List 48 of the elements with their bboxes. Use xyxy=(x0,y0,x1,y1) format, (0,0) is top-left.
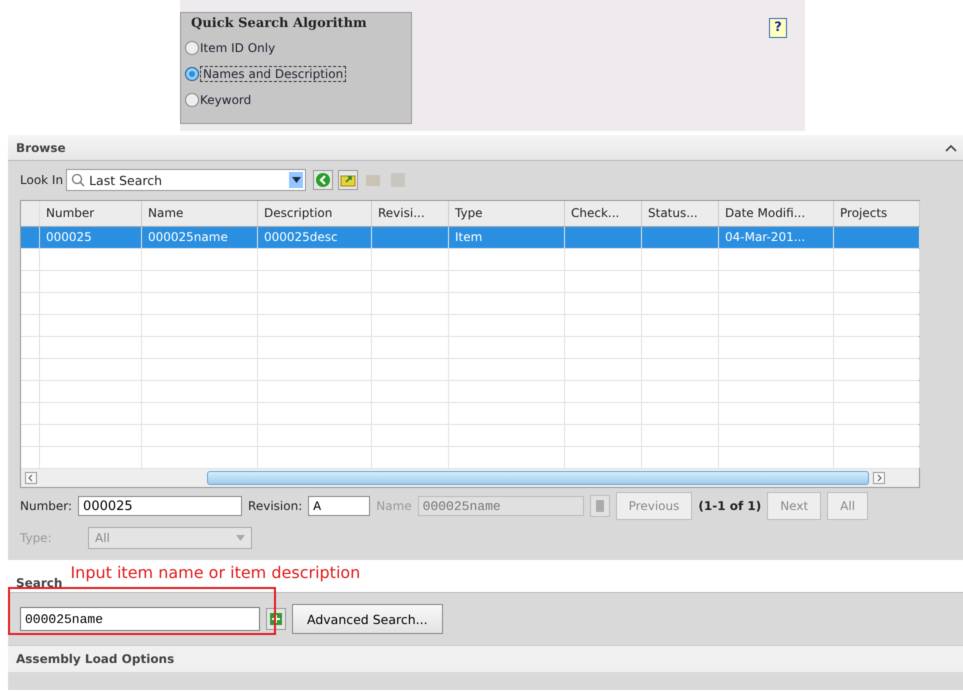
column-header[interactable]: Number xyxy=(40,201,142,226)
look-in-label: Look In xyxy=(20,173,64,187)
text-field[interactable]: A xyxy=(308,496,370,516)
scroll-right-icon[interactable] xyxy=(873,472,885,484)
look-in-dropdown[interactable]: Last Search xyxy=(66,169,306,191)
table-cell: 04-Mar-201... xyxy=(725,230,806,244)
column-header[interactable]: Type xyxy=(449,201,565,226)
field-label: Revision: xyxy=(248,499,302,513)
table-cell: 000025name xyxy=(148,230,228,244)
column-header[interactable]: Revisi... xyxy=(372,201,449,226)
section-header[interactable]: Browse xyxy=(8,135,963,161)
table-cell: 000025desc xyxy=(264,230,338,244)
radio-option[interactable]: Keyword xyxy=(185,87,407,113)
scroll-left-icon[interactable] xyxy=(25,472,37,484)
field-label: Number: xyxy=(20,499,72,513)
advanced-search-button[interactable]: Advanced Search... xyxy=(292,604,443,634)
scrollbar-thumb[interactable] xyxy=(207,471,869,485)
help-icon[interactable]: ? xyxy=(769,18,787,38)
go-back-icon[interactable] xyxy=(313,170,334,190)
table-cell: 000025 xyxy=(46,230,92,244)
radio-icon[interactable] xyxy=(185,93,199,107)
column-header[interactable]: Status... xyxy=(642,201,719,226)
section-title: Assembly Load Options xyxy=(16,652,174,666)
column-header[interactable]: Name xyxy=(142,201,258,226)
horizontal-scrollbar[interactable] xyxy=(21,469,919,487)
radio-icon[interactable] xyxy=(185,41,199,55)
collapse-icon[interactable] xyxy=(945,144,957,152)
radio-option[interactable]: Names and Description xyxy=(185,61,407,87)
column-header[interactable]: Date Modifi... xyxy=(719,201,834,226)
search-icon xyxy=(71,173,86,187)
group-title: Quick Search Algorithm xyxy=(191,16,368,31)
plus-icon[interactable] xyxy=(266,608,286,630)
result-count: (1-1 of 1) xyxy=(698,499,762,513)
radio-option[interactable]: Item ID Only xyxy=(185,35,407,61)
field-label: Name xyxy=(376,499,412,513)
section-title: Search xyxy=(16,576,62,590)
radio-icon[interactable] xyxy=(185,67,199,81)
column-header[interactable]: Description xyxy=(258,201,372,226)
column-header[interactable]: Check... xyxy=(565,201,642,226)
section-title: Browse xyxy=(16,140,66,154)
clipboard-icon[interactable] xyxy=(590,495,610,517)
column-header[interactable]: Projects xyxy=(834,201,920,226)
folder-up-icon[interactable] xyxy=(338,170,358,190)
field-label: Type: xyxy=(20,531,53,545)
text-field[interactable]: 000025 xyxy=(78,496,242,516)
search-field[interactable]: 000025name xyxy=(20,607,260,631)
annotation-text: Input item name or item description xyxy=(70,563,360,582)
table-cell: Item xyxy=(455,230,482,244)
